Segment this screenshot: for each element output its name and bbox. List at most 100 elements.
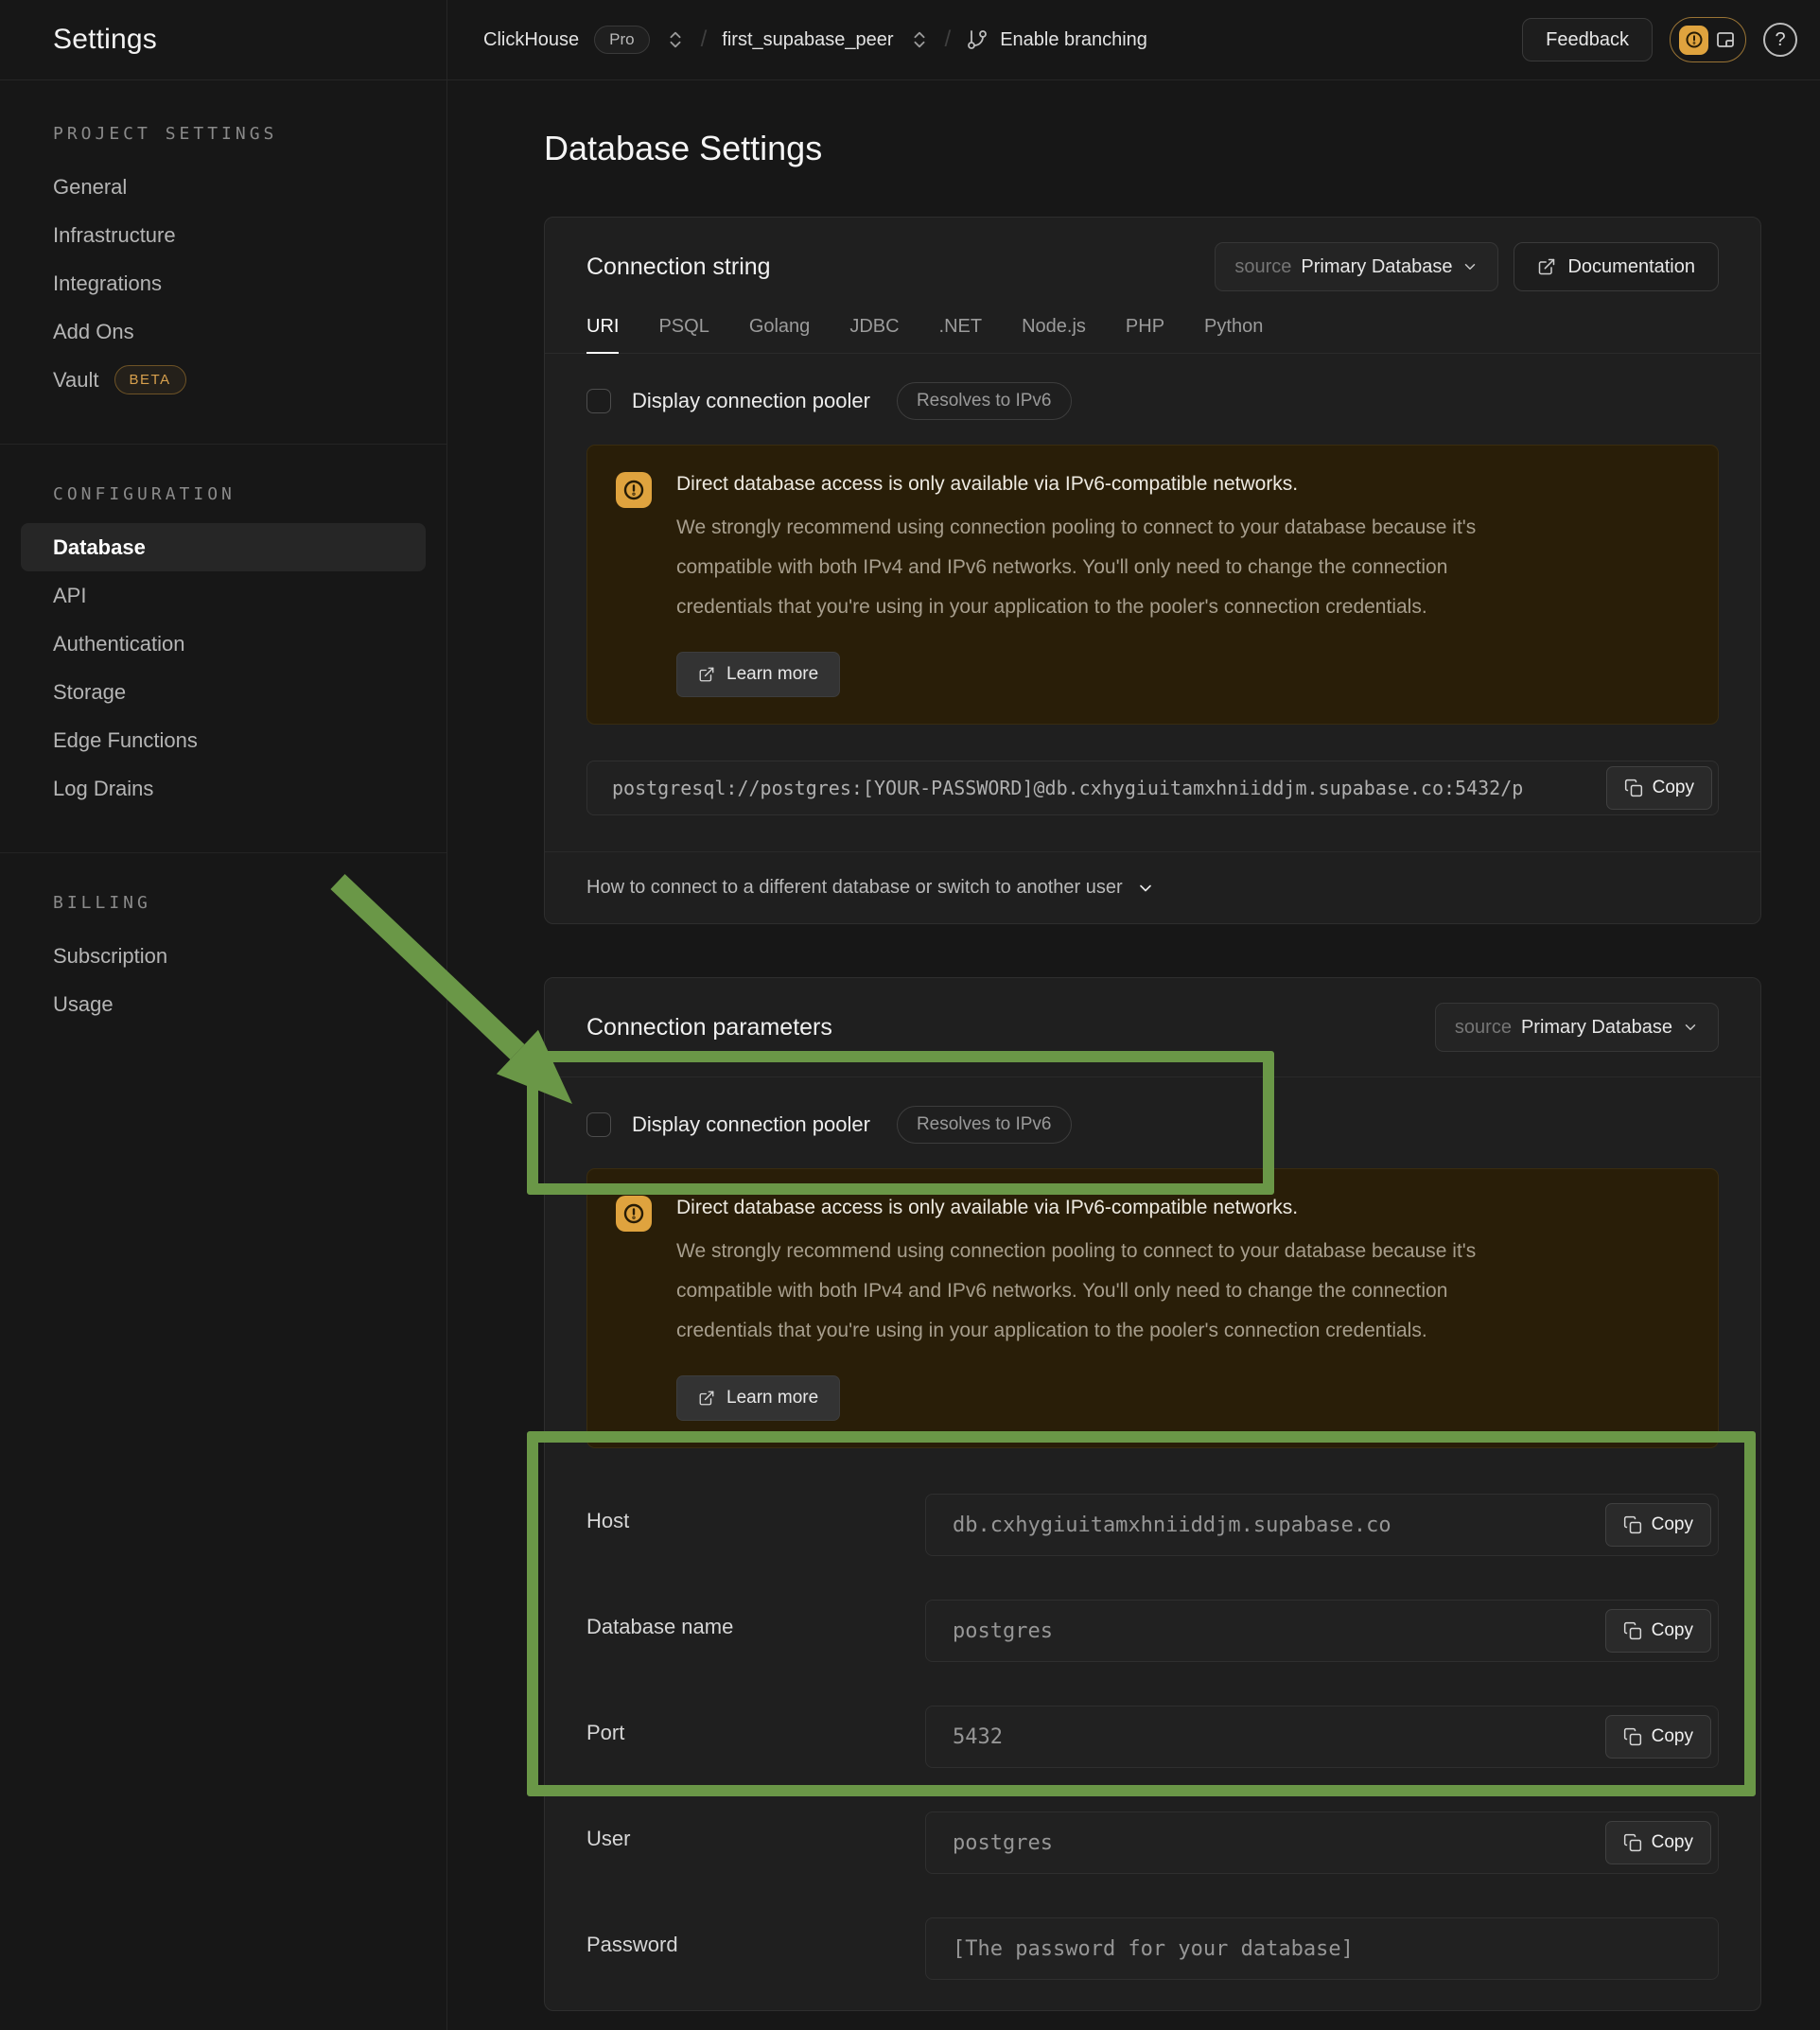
notifications-button[interactable]	[1670, 17, 1746, 62]
connection-string-tabs: URI PSQL Golang JDBC .NET Node.js PHP Py…	[586, 316, 1719, 353]
copy-host-button[interactable]: Copy	[1605, 1503, 1711, 1547]
external-link-icon	[698, 1390, 715, 1407]
resolves-to-ipv6-badge: Resolves to IPv6	[897, 382, 1072, 420]
sidebar-item-infrastructure[interactable]: Infrastructure	[0, 211, 446, 259]
sidebar-section-configuration: CONFIGURATION	[53, 484, 446, 504]
connect-help-collapsible[interactable]: How to connect to a different database o…	[545, 851, 1760, 923]
breadcrumb-separator: /	[701, 26, 708, 53]
documentation-button[interactable]: Documentation	[1514, 242, 1719, 291]
sidebar-item-database[interactable]: Database	[21, 523, 426, 571]
copy-port-button[interactable]: Copy	[1605, 1715, 1711, 1759]
beta-badge: BETA	[114, 365, 186, 394]
sidebar-item-usage[interactable]: Usage	[0, 980, 446, 1028]
port-input[interactable]: 5432 Copy	[925, 1706, 1719, 1768]
copy-uri-button[interactable]: Copy	[1606, 766, 1712, 810]
warning-body: We strongly recommend using connection p…	[676, 1232, 1528, 1351]
breadcrumb: ClickHouse Pro / first_supabase_peer / E…	[447, 26, 1522, 54]
connection-uri-value: postgresql://postgres:[YOUR-PASSWORD]@db…	[612, 777, 1523, 799]
connect-help-label: How to connect to a different database o…	[586, 877, 1123, 899]
tab-uri[interactable]: URI	[586, 316, 619, 354]
sidebar-item-log-drains[interactable]: Log Drains	[0, 764, 446, 813]
port-label: Port	[586, 1706, 925, 1745]
tab-php[interactable]: PHP	[1126, 316, 1164, 354]
enable-branching-label: Enable branching	[1000, 29, 1147, 51]
warning-icon	[616, 472, 652, 508]
settings-header: Settings	[0, 0, 447, 79]
sidebar-section-billing: BILLING	[53, 893, 446, 913]
connection-parameters-title: Connection parameters	[586, 1014, 832, 1041]
copy-user-button[interactable]: Copy	[1605, 1821, 1711, 1864]
connection-parameters-card: Connection parameters source Primary Dat…	[544, 977, 1761, 2011]
connection-string-card: Connection string source Primary Databas…	[544, 217, 1761, 924]
warning-title: Direct database access is only available…	[676, 472, 1528, 497]
copy-icon	[1624, 779, 1643, 797]
tab-python[interactable]: Python	[1204, 316, 1263, 354]
warning-icon	[616, 1196, 652, 1232]
sidebar-item-api[interactable]: API	[0, 571, 446, 620]
user-label: User	[586, 1811, 925, 1851]
connection-uri-box[interactable]: postgresql://postgres:[YOUR-PASSWORD]@db…	[586, 761, 1719, 815]
alert-badge-icon	[1679, 26, 1708, 55]
host-input[interactable]: db.cxhygiuitamxhniiddjm.supabase.co Copy	[925, 1494, 1719, 1556]
chevron-down-icon	[1682, 1019, 1699, 1036]
tab-dotnet[interactable]: .NET	[939, 316, 983, 354]
sidebar-item-authentication[interactable]: Authentication	[0, 620, 446, 668]
host-label: Host	[586, 1494, 925, 1533]
panel-icon	[1714, 28, 1737, 51]
warning-title: Direct database access is only available…	[676, 1196, 1528, 1220]
display-connection-pooler-checkbox[interactable]	[586, 389, 611, 413]
external-link-icon	[1537, 257, 1556, 276]
field-row-password: Password [The password for your database…	[545, 1917, 1760, 1980]
warning-body: We strongly recommend using connection p…	[676, 508, 1528, 627]
display-connection-pooler-checkbox-2[interactable]	[586, 1112, 611, 1137]
org-selector-icon[interactable]	[665, 29, 686, 50]
tab-nodejs[interactable]: Node.js	[1022, 316, 1086, 354]
password-label: Password	[586, 1917, 925, 1957]
feedback-button[interactable]: Feedback	[1522, 18, 1653, 61]
sidebar-item-general[interactable]: General	[0, 163, 446, 211]
sidebar: PROJECT SETTINGS General Infrastructure …	[0, 80, 447, 2030]
sidebar-item-vault[interactable]: Vault BETA	[0, 356, 446, 404]
sidebar-divider	[0, 444, 446, 445]
sidebar-section-project-settings: PROJECT SETTINGS	[53, 124, 446, 144]
tab-golang[interactable]: Golang	[749, 316, 811, 354]
sidebar-divider-2	[0, 852, 446, 853]
learn-more-button-2[interactable]: Learn more	[676, 1375, 840, 1421]
database-name-label: Database name	[586, 1600, 925, 1639]
source-select-parameters[interactable]: source Primary Database	[1435, 1003, 1719, 1052]
user-input[interactable]: postgres Copy	[925, 1811, 1719, 1874]
org-plan-badge: Pro	[594, 26, 649, 54]
sidebar-item-edge-functions[interactable]: Edge Functions	[0, 716, 446, 764]
project-name[interactable]: first_supabase_peer	[722, 29, 893, 51]
tab-psql[interactable]: PSQL	[658, 316, 709, 354]
project-selector-icon[interactable]	[909, 29, 930, 50]
ipv6-warning-callout: Direct database access is only available…	[586, 445, 1719, 725]
top-bar-actions: Feedback ?	[1522, 17, 1820, 62]
enable-branching-button[interactable]: Enable branching	[966, 28, 1147, 51]
connection-string-header: Connection string source Primary Databas…	[545, 218, 1760, 354]
main-content: Database Settings Connection string sour…	[447, 80, 1820, 2030]
tab-jdbc[interactable]: JDBC	[849, 316, 899, 354]
copy-icon	[1623, 1515, 1642, 1534]
sidebar-item-storage[interactable]: Storage	[0, 668, 446, 716]
page-heading: Database Settings	[544, 128, 1761, 169]
sidebar-item-subscription[interactable]: Subscription	[0, 932, 446, 980]
field-row-database-name: Database name postgres Copy	[545, 1600, 1760, 1662]
org-name[interactable]: ClickHouse	[483, 29, 579, 51]
sidebar-item-integrations[interactable]: Integrations	[0, 259, 446, 307]
resolves-to-ipv6-badge-2: Resolves to IPv6	[897, 1106, 1072, 1144]
help-icon[interactable]: ?	[1763, 23, 1797, 57]
sidebar-item-add-ons[interactable]: Add Ons	[0, 307, 446, 356]
feedback-label: Feedback	[1546, 29, 1629, 51]
breadcrumb-separator-2: /	[945, 26, 952, 53]
database-name-input[interactable]: postgres Copy	[925, 1600, 1719, 1662]
param-pooler-row: Display connection pooler Resolves to IP…	[545, 1077, 1760, 1168]
copy-database-name-button[interactable]: Copy	[1605, 1609, 1711, 1653]
password-input[interactable]: [The password for your database]	[925, 1917, 1719, 1980]
field-row-port: Port 5432 Copy	[545, 1706, 1760, 1768]
source-select[interactable]: source Primary Database	[1215, 242, 1498, 291]
page-title: Settings	[53, 24, 157, 56]
learn-more-button[interactable]: Learn more	[676, 652, 840, 697]
git-branch-icon	[966, 28, 989, 51]
field-row-user: User postgres Copy	[545, 1811, 1760, 1874]
